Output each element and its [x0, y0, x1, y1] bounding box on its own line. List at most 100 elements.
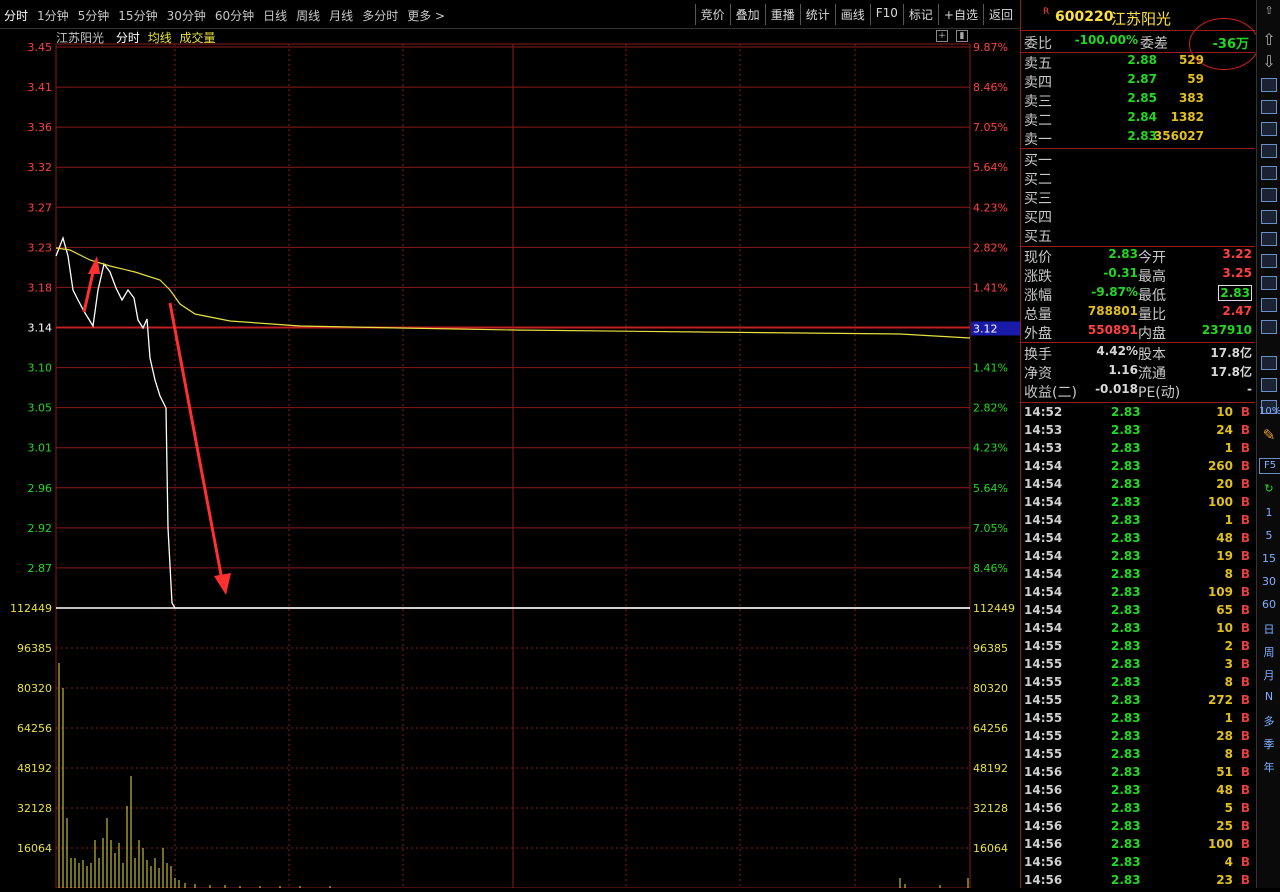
back-button[interactable]: 返回	[982, 4, 1018, 25]
tick-side: B	[1240, 855, 1250, 869]
tick-row: 14:53 2.83 1 B	[1021, 441, 1255, 459]
circle-icon[interactable]	[1261, 320, 1277, 334]
tab-monthly[interactable]: 月线	[329, 7, 353, 24]
f10-icon[interactable]	[1261, 210, 1277, 224]
scroll-up-icon[interactable]: ⇧	[1259, 4, 1279, 17]
fund-label: 股本	[1138, 347, 1166, 363]
pct-tick-label: 1.41%	[973, 281, 1008, 294]
f5-button[interactable]: F5	[1259, 458, 1280, 474]
tick-time: 14:56	[1024, 873, 1063, 887]
tick-side: B	[1240, 513, 1250, 527]
price-tick-label: 3.23	[28, 241, 53, 254]
list-icon[interactable]	[1261, 166, 1277, 180]
stats-button[interactable]: 统计	[799, 4, 835, 25]
period-shortcut[interactable]: 15	[1259, 552, 1279, 565]
doc-icon[interactable]	[1261, 188, 1277, 202]
wave-icon[interactable]	[1261, 356, 1277, 370]
stat-label: 今开	[1138, 250, 1166, 266]
period-shortcut[interactable]: 日	[1259, 621, 1279, 637]
pct-tick-label: 9.87%	[973, 41, 1008, 54]
panel-toggle-icon[interactable]: ▮	[956, 30, 968, 42]
stat-value: 2.83	[1218, 285, 1252, 301]
f10-button[interactable]: F10	[869, 4, 903, 25]
period-shortcut[interactable]: 年	[1259, 759, 1279, 775]
period-shortcut[interactable]: N	[1259, 690, 1279, 703]
tick-price: 2.83	[1111, 819, 1141, 833]
tick-price: 2.83	[1111, 729, 1141, 743]
tab-intraday[interactable]: 分时	[4, 7, 28, 24]
fundamental-row: 收益(二) -0.018 PE(动) -	[1021, 382, 1255, 401]
draw-line-button[interactable]: 画线	[834, 4, 870, 25]
period-shortcut[interactable]: 5	[1259, 529, 1279, 542]
book-icon[interactable]	[1261, 254, 1277, 268]
ask-volume: 356027	[1153, 129, 1204, 143]
image-icon[interactable]	[1261, 232, 1277, 246]
tab-multi-intraday[interactable]: 多分时	[362, 7, 398, 24]
period-shortcut[interactable]: 月	[1259, 667, 1279, 683]
pct-tick-label: 7.05%	[973, 121, 1008, 134]
candle-icon[interactable]	[1261, 144, 1277, 158]
tick-side: B	[1240, 783, 1250, 797]
tab-15min[interactable]: 15分钟	[118, 7, 157, 24]
tick-row: 14:52 2.83 10 B	[1021, 405, 1255, 423]
period-shortcut[interactable]: 季	[1259, 736, 1279, 752]
tab-1min[interactable]: 1分钟	[37, 7, 69, 24]
chart-header: 江苏阳光 分时 均线 成交量	[56, 29, 216, 46]
intraday-chart[interactable]: 3.45 9.87% 3.41 8.46% 3.36 7.05% 3.32 5.64% 3.27…	[0, 28, 1020, 889]
fz-icon[interactable]	[1261, 276, 1277, 290]
ask-row: 卖一 2.83 356027	[1021, 129, 1255, 148]
tab-daily[interactable]: 日线	[263, 7, 287, 24]
tick-volume: 51	[1216, 765, 1233, 779]
tab-weekly[interactable]: 周线	[296, 7, 320, 24]
period-shortcut[interactable]: 1	[1259, 506, 1279, 519]
area-icon[interactable]	[1261, 378, 1277, 392]
tick-row: 14:53 2.83 24 B	[1021, 423, 1255, 441]
replay-button[interactable]: 重播	[764, 4, 800, 25]
tab-5min[interactable]: 5分钟	[78, 7, 110, 24]
line-chart-icon[interactable]	[1261, 122, 1277, 136]
period-shortcut[interactable]: 周	[1259, 644, 1279, 660]
tab-60min[interactable]: 60分钟	[215, 7, 254, 24]
chart2-icon[interactable]	[1261, 298, 1277, 312]
period-shortcut[interactable]: 多	[1259, 713, 1279, 729]
overlay-button[interactable]: 叠加	[729, 4, 765, 25]
tick-row: 14:54 2.83 48 B	[1021, 531, 1255, 549]
stat-value: -0.31	[1103, 266, 1138, 280]
table-icon[interactable]	[1261, 100, 1277, 114]
tick-price: 2.83	[1111, 873, 1141, 887]
bid-label: 买四	[1024, 210, 1052, 226]
price-tick-label: 3.32	[28, 161, 53, 174]
mark-button[interactable]: 标记	[902, 4, 938, 25]
tab-more[interactable]: 更多 >	[407, 7, 445, 24]
annotation-arrow-down	[168, 302, 224, 581]
tick-row: 14:56 2.83 25 B	[1021, 819, 1255, 837]
expand-icon[interactable]: +	[936, 30, 948, 42]
fund-value: -	[1247, 382, 1252, 396]
pencil-icon[interactable]: ✎	[1259, 426, 1279, 444]
tick-volume: 260	[1207, 459, 1233, 473]
price-tick-label: 3.05	[28, 402, 53, 415]
tick-price: 2.83	[1111, 657, 1141, 671]
tab-30min[interactable]: 30分钟	[167, 7, 206, 24]
period-shortcut[interactable]: 30	[1259, 575, 1279, 588]
pct-tick-label: 5.64%	[973, 482, 1008, 495]
window-icon[interactable]	[1261, 78, 1277, 92]
refresh-icon[interactable]: ↻	[1259, 482, 1279, 495]
price-tick-label: 3.18	[28, 281, 53, 294]
divider	[1021, 148, 1255, 149]
tick-side: B	[1240, 477, 1250, 491]
price-tick-label: 2.92	[28, 522, 53, 535]
add-watchlist-button[interactable]: +自选	[937, 4, 983, 25]
arrow-down-icon[interactable]: ⇩	[1259, 52, 1279, 71]
pct-label[interactable]: 10%	[1259, 406, 1280, 417]
tick-time: 14:54	[1024, 549, 1063, 563]
r-badge: R	[1043, 7, 1050, 17]
pct-tick-label: 4.23%	[973, 201, 1008, 214]
ask-row: 卖三 2.85 383	[1021, 91, 1255, 110]
chart-canvas[interactable]: 3.45 9.87% 3.41 8.46% 3.36 7.05% 3.32 5.64% 3.27…	[0, 28, 1020, 889]
arrow-up-icon[interactable]: ⇧	[1259, 30, 1279, 49]
tick-volume: 272	[1207, 693, 1233, 707]
period-shortcut[interactable]: 60	[1259, 598, 1279, 611]
auction-button[interactable]: 竞价	[694, 4, 730, 25]
tick-side: B	[1240, 441, 1250, 455]
